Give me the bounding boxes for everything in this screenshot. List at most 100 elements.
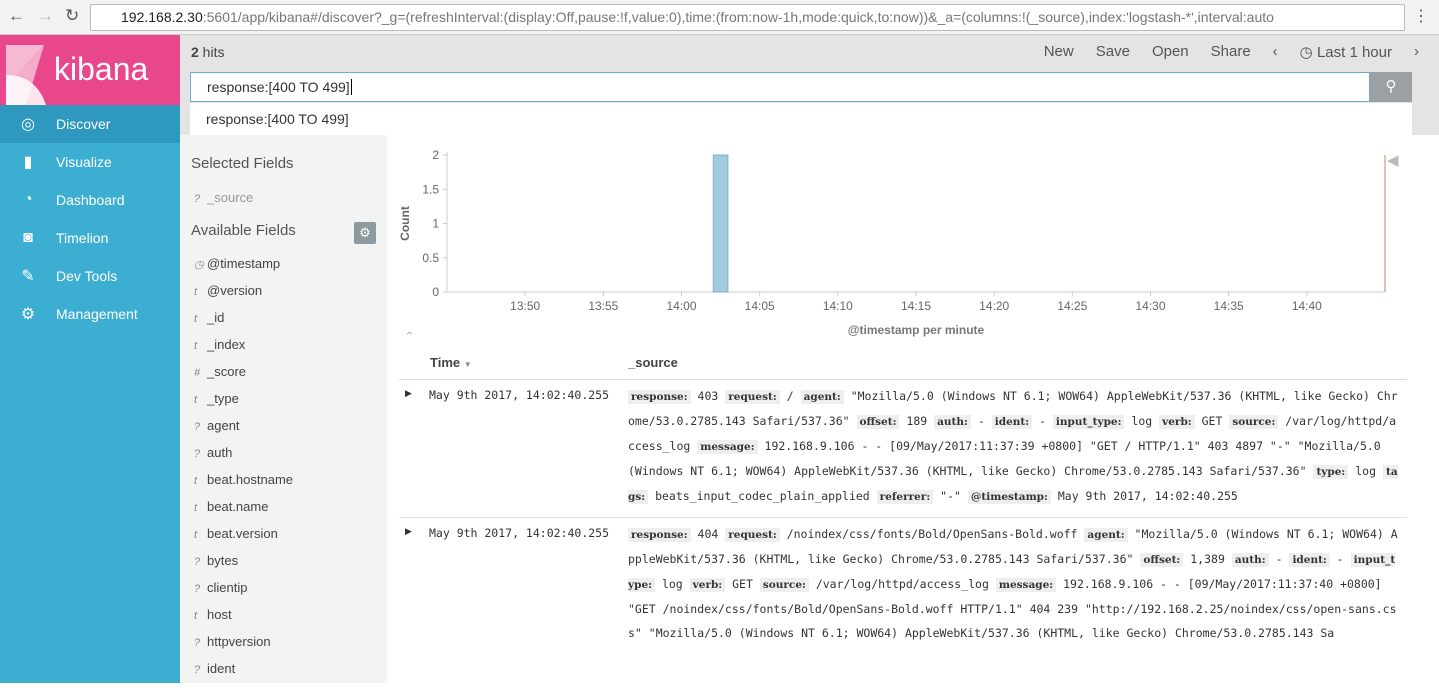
- field-value: /: [786, 389, 794, 403]
- field-item[interactable]: ? httpversion: [194, 634, 271, 649]
- compass-icon: ◎: [21, 116, 35, 133]
- field-value: GET: [1201, 414, 1223, 428]
- field-key: referrer:: [876, 490, 934, 504]
- address-bar[interactable]: 192.168.2.30:5601/app/kibana#/discover?_…: [90, 4, 1405, 31]
- field-key: verb:: [1159, 415, 1195, 429]
- x-tick-label: 14:00: [666, 299, 696, 313]
- sidebar-item-dev-tools[interactable]: ✎ Dev Tools: [0, 257, 180, 295]
- field-settings-button[interactable]: ⚙: [354, 222, 376, 244]
- expand-caret-icon[interactable]: ▶: [405, 526, 412, 537]
- field-value: log: [1131, 414, 1153, 428]
- query-bar: 2 hits New Save Open Share ‹ ◷ Last 1 ho…: [180, 35, 1439, 135]
- field-value: -: [1275, 552, 1283, 566]
- field-list: Selected Fields ? _source Available Field…: [180, 135, 387, 683]
- field-item[interactable]: t _type: [194, 391, 239, 406]
- field-item[interactable]: t beat.hostname: [194, 472, 293, 487]
- chevron-left-icon[interactable]: ‹: [1273, 43, 1278, 61]
- field-item[interactable]: t host: [194, 607, 232, 622]
- time-picker[interactable]: ◷ Last 1 hour: [1300, 43, 1392, 61]
- share-button[interactable]: Share: [1211, 43, 1251, 61]
- reload-icon[interactable]: ↻: [65, 6, 79, 26]
- table-row: ▶ May 9th 2017, 14:02:40.255 response: 403…: [399, 379, 1407, 517]
- field-value: log: [661, 577, 683, 591]
- y-axis-label: Count: [398, 206, 412, 241]
- sort-down-icon: ▼: [463, 360, 472, 369]
- back-icon[interactable]: ←: [8, 6, 25, 26]
- save-button[interactable]: Save: [1096, 43, 1130, 61]
- x-tick-label: 14:20: [979, 299, 1009, 313]
- url-path: :5601/app/kibana#/discover?_g=(refreshIn…: [202, 9, 1274, 25]
- field-key: agent:: [800, 390, 844, 404]
- chevron-right-icon[interactable]: ›: [1414, 43, 1419, 61]
- kibana-wordmark: kibana: [54, 51, 149, 87]
- search-icon: ⚲: [1385, 78, 1397, 95]
- gear-icon: ⚙: [20, 306, 36, 323]
- row-time: May 9th 2017, 14:02:40.255: [429, 388, 610, 402]
- kibana-logo[interactable]: kibana: [0, 35, 180, 105]
- y-tick-label: 1: [432, 217, 439, 231]
- row-time: May 9th 2017, 14:02:40.255: [429, 526, 610, 540]
- field-key: request:: [725, 528, 780, 542]
- field-value: log: [1355, 464, 1377, 478]
- timelion-icon: ◙: [23, 229, 33, 246]
- dashboard-icon: ◔: [23, 191, 33, 208]
- field-key: @timestamp:: [967, 490, 1051, 504]
- field-value: -: [1039, 414, 1046, 428]
- field-value: /noindex/css/fonts/Bold/OpenSans-Bold.wo…: [786, 527, 1078, 541]
- x-tick-label: 14:15: [901, 299, 931, 313]
- sidebar-item-label: Dev Tools: [56, 268, 118, 284]
- field-key: offset:: [1140, 553, 1184, 567]
- x-tick-label: 14:30: [1135, 299, 1165, 313]
- histogram-bar: [712, 154, 729, 293]
- search-button[interactable]: ⚲: [1370, 72, 1412, 102]
- x-tick-label: 13:50: [510, 299, 540, 313]
- field-item[interactable]: ? clientip: [194, 580, 247, 595]
- search-suggestion[interactable]: response:[400 TO 499]: [190, 103, 1412, 135]
- field-key: type:: [1313, 465, 1349, 479]
- field-key: auth:: [1231, 553, 1269, 567]
- field-item[interactable]: t _id: [194, 310, 224, 325]
- hits-count: 2 hits: [191, 44, 225, 60]
- field-item[interactable]: ? bytes: [194, 553, 238, 568]
- field-item[interactable]: # _score: [194, 364, 246, 379]
- chart-collapse-icon: ◀: [1387, 152, 1399, 169]
- field-item[interactable]: ? auth: [194, 445, 232, 460]
- forward-icon[interactable]: →: [37, 6, 54, 26]
- sidebar-item-label: Management: [56, 306, 138, 322]
- x-tick-label: 14:25: [1057, 299, 1087, 313]
- chart-toggle-icon: ⌃: [404, 329, 415, 344]
- y-tick-label: 0: [432, 285, 439, 299]
- field-value: -: [1336, 552, 1344, 566]
- field-item[interactable]: t beat.name: [194, 499, 268, 514]
- sidebar-item-discover[interactable]: ◎ Discover: [0, 105, 180, 143]
- url-host: 192.168.2.30: [121, 9, 203, 25]
- field-key: input_type:: [1052, 415, 1125, 429]
- sidebar-item-timelion[interactable]: ◙ Timelion: [0, 219, 180, 257]
- field-item[interactable]: t @version: [194, 283, 262, 298]
- field-item[interactable]: ? ident: [194, 661, 235, 676]
- field-item[interactable]: ? agent: [194, 418, 240, 433]
- field-item[interactable]: ◷ @timestamp: [194, 256, 280, 271]
- field-item[interactable]: ? _source: [194, 190, 253, 205]
- field-item[interactable]: t beat.version: [194, 526, 278, 541]
- sidebar-item-label: Timelion: [56, 230, 109, 246]
- open-button[interactable]: Open: [1152, 43, 1189, 61]
- table-row: ▶ May 9th 2017, 14:02:40.255 response: 404…: [399, 517, 1407, 697]
- field-item[interactable]: t _index: [194, 337, 245, 352]
- sidebar-item-label: Dashboard: [56, 192, 125, 208]
- expand-caret-icon[interactable]: ▶: [405, 388, 412, 399]
- search-input[interactable]: response:[400 TO 499]: [190, 72, 1370, 102]
- time-column-header[interactable]: Time ▼: [430, 355, 472, 370]
- menu-icon[interactable]: ⋮: [1413, 6, 1429, 26]
- sidebar-item-management[interactable]: ⚙ Management: [0, 295, 180, 333]
- sidebar-item-dashboard[interactable]: ◔ Dashboard: [0, 181, 180, 219]
- field-value: "-": [940, 489, 961, 503]
- new-button[interactable]: New: [1044, 43, 1074, 61]
- field-key: message:: [995, 578, 1057, 592]
- field-key: source:: [1229, 415, 1279, 429]
- y-tick-label: 1.5: [422, 182, 439, 196]
- sidebar-item-visualize[interactable]: ▮ Visualize: [0, 143, 180, 181]
- field-value: /var/log/httpd/access_log: [815, 577, 989, 591]
- field-key: message:: [697, 440, 758, 454]
- field-key: ident:: [1289, 553, 1330, 567]
